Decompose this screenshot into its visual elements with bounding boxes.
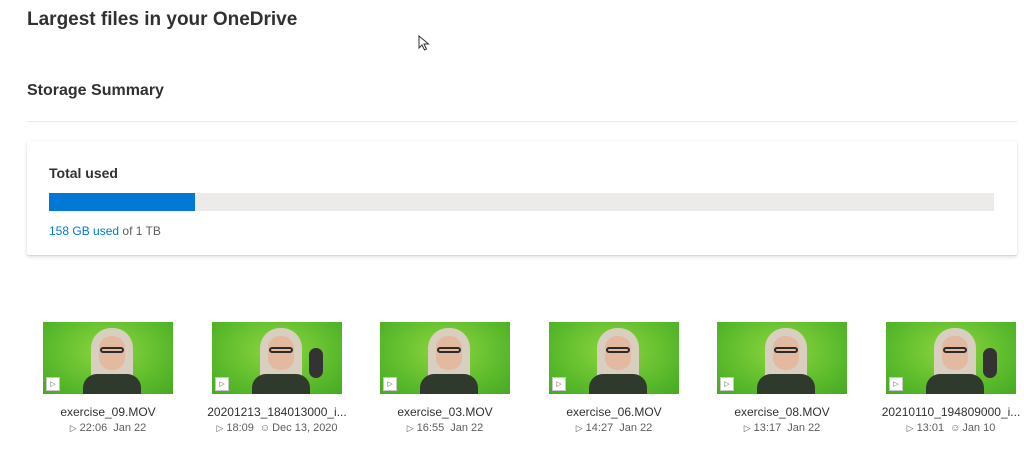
person-face (268, 336, 294, 370)
storage-usage-bar (49, 193, 994, 211)
play-icon: ▷ (906, 423, 914, 433)
microphone-icon (309, 348, 323, 378)
storage-usage-text: 158 GB used of 1 TB (49, 224, 161, 238)
play-icon: ▷ (406, 423, 414, 433)
file-duration: 13:17 (753, 422, 782, 434)
file-duration: 16:55 (416, 422, 445, 434)
person-shirt (589, 374, 647, 394)
video-badge-icon: ▷ (889, 377, 903, 391)
file-duration: 13:01 (916, 422, 945, 434)
file-date: Dec 13, 2020 (272, 422, 338, 434)
mouse-pointer-icon (418, 35, 430, 51)
person-shirt (420, 374, 478, 394)
file-meta: ▷ 16:55 Jan 22 (365, 422, 525, 434)
file-tile[interactable]: ▷ exercise_09.MOV ▷ 22:06 Jan 22 (28, 322, 188, 434)
storage-total-amount: 1 TB (135, 224, 161, 238)
file-tile[interactable]: ▷ exercise_08.MOV ▷ 13:17 Jan 22 (702, 322, 862, 434)
storage-used-amount[interactable]: 158 GB used (49, 224, 119, 238)
file-name[interactable]: 20201213_184013000_i... (197, 405, 357, 419)
play-icon: ▷ (743, 423, 751, 433)
person-glasses (774, 347, 798, 353)
file-duration: 22:06 (79, 422, 108, 434)
file-meta: ▷ 13:01 ☺ Jan 10 (871, 422, 1024, 434)
person-shirt (252, 374, 310, 394)
total-used-label: Total used (49, 165, 118, 181)
video-thumbnail[interactable]: ▷ (212, 322, 342, 394)
play-icon: ▷ (69, 423, 77, 433)
shared-people-icon: ☺ (259, 423, 271, 434)
person-face (773, 336, 799, 370)
file-meta: ▷ 22:06 Jan 22 (28, 422, 188, 434)
video-thumbnail[interactable]: ▷ (549, 322, 679, 394)
video-thumbnail[interactable]: ▷ (886, 322, 1016, 394)
file-date: Jan 22 (787, 422, 821, 434)
file-tile[interactable]: ▷ exercise_06.MOV ▷ 14:27 Jan 22 (534, 322, 694, 434)
page-title: Largest files in your OneDrive (27, 9, 298, 30)
storage-summary-card: Total used 158 GB used of 1 TB (27, 141, 1017, 255)
video-thumbnail[interactable]: ▷ (43, 322, 173, 394)
file-date: Jan 22 (450, 422, 484, 434)
person-face (99, 336, 125, 370)
video-badge-icon: ▷ (215, 377, 229, 391)
person-face (605, 336, 631, 370)
play-icon: ▷ (216, 423, 224, 433)
file-tile[interactable]: ▷ exercise_03.MOV ▷ 16:55 Jan 22 (365, 322, 525, 434)
video-thumbnail[interactable]: ▷ (380, 322, 510, 394)
person-glasses (606, 347, 630, 353)
storage-usage-fill (49, 193, 195, 211)
file-tile[interactable]: ▷ 20201213_184013000_i... ▷ 18:09 ☺ Dec 13, 2… (197, 322, 357, 434)
person-glasses (437, 347, 461, 353)
person-glasses (269, 347, 293, 353)
file-name[interactable]: exercise_09.MOV (28, 405, 188, 419)
file-meta: ▷ 18:09 ☺ Dec 13, 2020 (197, 422, 357, 434)
person-shirt (83, 374, 141, 394)
file-meta: ▷ 13:17 Jan 22 (702, 422, 862, 434)
storage-of-text: of (119, 224, 136, 238)
video-thumbnail[interactable]: ▷ (717, 322, 847, 394)
file-date: Jan 10 (962, 422, 996, 434)
video-badge-icon: ▷ (383, 377, 397, 391)
shared-people-icon: ☺ (950, 423, 961, 434)
person-glasses (100, 347, 124, 353)
file-name[interactable]: exercise_06.MOV (534, 405, 694, 419)
play-icon: ▷ (575, 423, 583, 433)
storage-summary-heading: Storage Summary (27, 82, 164, 99)
file-date: Jan 22 (113, 422, 147, 434)
video-badge-icon: ▷ (552, 377, 566, 391)
person-face (942, 336, 968, 370)
person-glasses (943, 347, 967, 353)
largest-files-list: ▷ exercise_09.MOV ▷ 22:06 Jan 22 ▷ 20201213_18… (0, 322, 1024, 463)
file-name[interactable]: exercise_03.MOV (365, 405, 525, 419)
person-shirt (757, 374, 815, 394)
file-name[interactable]: exercise_08.MOV (702, 405, 862, 419)
file-meta: ▷ 14:27 Jan 22 (534, 422, 694, 434)
file-duration: 14:27 (585, 422, 614, 434)
section-divider (27, 121, 1017, 122)
microphone-icon (983, 348, 997, 378)
person-face (436, 336, 462, 370)
video-badge-icon: ▷ (720, 377, 734, 391)
file-tile[interactable]: ▷ 20210110_194809000_i... ▷ 13:01 ☺ Jan 10 (871, 322, 1024, 434)
video-badge-icon: ▷ (46, 377, 60, 391)
file-duration: 18:09 (226, 422, 254, 434)
file-date: Jan 22 (619, 422, 653, 434)
person-shirt (926, 374, 984, 394)
file-name[interactable]: 20210110_194809000_i... (871, 405, 1024, 419)
